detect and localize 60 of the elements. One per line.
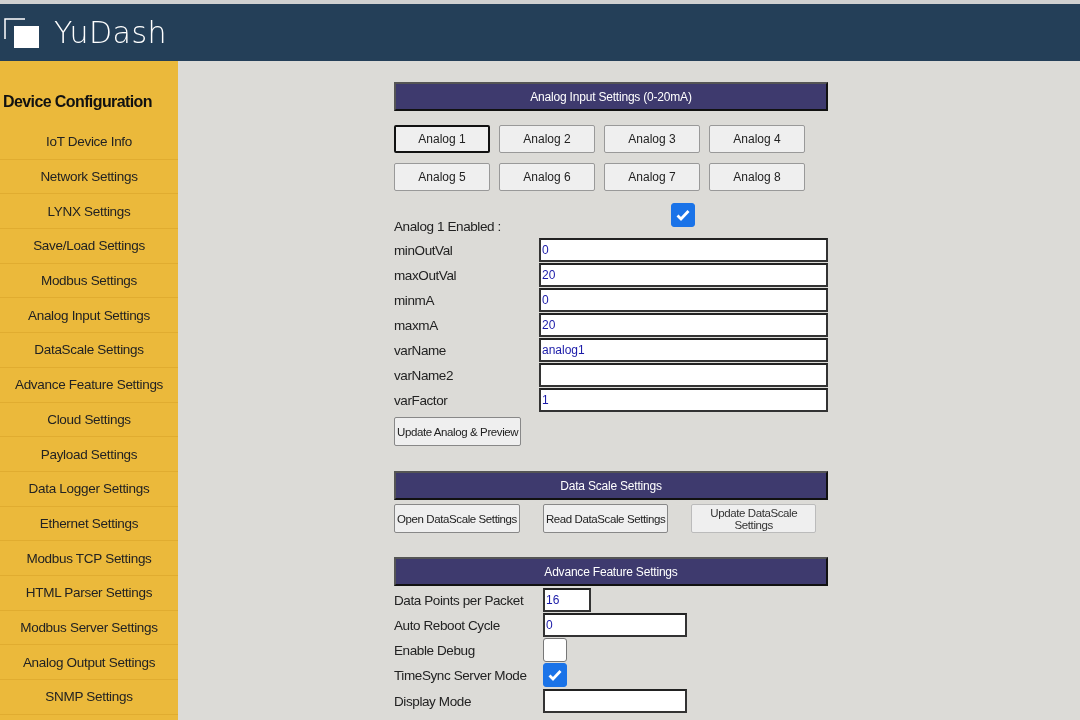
- sidebar-item[interactable]: IoT Device Info: [0, 125, 178, 160]
- sidebar-item[interactable]: SNMP Settings: [0, 680, 178, 715]
- datascale-button[interactable]: Read DataScale Settings: [542, 504, 669, 533]
- field-label: Data Points per Packet: [394, 592, 524, 608]
- enabled-checkbox[interactable]: [671, 203, 695, 227]
- analog-tab[interactable]: Analog 8: [709, 163, 805, 191]
- checkbox[interactable]: [543, 638, 567, 663]
- field-label: varName2: [394, 367, 454, 383]
- sidebar-item[interactable]: Network Settings: [0, 159, 178, 195]
- sidebar-item[interactable]: LYNX Settings: [0, 194, 178, 230]
- field-label: varFactor: [394, 392, 448, 408]
- sidebar-item[interactable]: DataScale Settings: [0, 333, 178, 368]
- section-header: Advance Feature Settings: [394, 557, 828, 586]
- analog-tab[interactable]: Analog 4: [709, 125, 805, 153]
- analog-tab[interactable]: Analog 1: [394, 125, 490, 153]
- update-button[interactable]: Update Analog & Preview: [394, 417, 522, 446]
- input-field[interactable]: 0: [543, 612, 687, 637]
- sidebar-item[interactable]: HTML Parser Settings: [0, 575, 178, 611]
- field-label: maxmA: [394, 317, 438, 333]
- datascale-button[interactable]: Open DataScale Settings: [394, 504, 520, 533]
- sidebar-item[interactable]: Cloud Settings: [0, 402, 178, 438]
- sidebar-item[interactable]: Advance Feature Settings: [0, 367, 178, 403]
- sidebar-item[interactable]: Save/Load Settings: [0, 229, 178, 264]
- field-label: maxOutVal: [394, 267, 457, 283]
- analog-tab[interactable]: Analog 6: [499, 163, 595, 191]
- field-label: varName: [394, 342, 446, 358]
- sidebar-item[interactable]: Analog Output Settings: [0, 645, 178, 680]
- input-field[interactable]: analog1: [539, 337, 828, 362]
- field-label: minmA: [394, 292, 434, 308]
- sidebar-item[interactable]: Payload Settings: [0, 437, 178, 472]
- field-label: Display Mode: [394, 693, 471, 709]
- checkbox[interactable]: [543, 663, 567, 688]
- brand-name: YuDash: [54, 15, 168, 50]
- input-field[interactable]: [543, 688, 687, 713]
- sidebar-item[interactable]: Modbus Server Settings: [0, 610, 178, 646]
- analog-tab[interactable]: Analog 3: [604, 125, 700, 153]
- field-label: Enable Debug: [394, 643, 475, 659]
- input-field[interactable]: 16: [543, 587, 591, 612]
- field-label: Analog 1 Enabled :: [394, 219, 501, 234]
- sidebar-item[interactable]: Data Logger Settings: [0, 471, 178, 507]
- input-field[interactable]: [539, 362, 828, 387]
- sidebar-item[interactable]: Analog Input Settings: [0, 298, 178, 334]
- input-field[interactable]: 1: [539, 387, 828, 412]
- section-header: Data Scale Settings: [394, 471, 828, 500]
- input-field[interactable]: 0: [539, 237, 828, 262]
- sidebar-item[interactable]: Ethernet Settings: [0, 506, 178, 542]
- section-header: Analog Input Settings (0-20mA): [394, 82, 828, 111]
- sidebar-item[interactable]: Modbus Settings: [0, 263, 178, 299]
- analog-tab[interactable]: Analog 2: [499, 125, 595, 153]
- analog-tab[interactable]: Analog 5: [394, 163, 490, 191]
- field-label: Auto Reboot Cycle: [394, 617, 500, 633]
- analog-tab[interactable]: Analog 7: [604, 163, 700, 191]
- sidebar-title: Device Configuration: [3, 92, 152, 112]
- input-field[interactable]: 20: [539, 312, 828, 337]
- logo-icon: [4, 16, 40, 49]
- sidebar-item[interactable]: Modbus TCP Settings: [0, 541, 178, 576]
- input-field[interactable]: 20: [539, 262, 828, 287]
- input-field[interactable]: 0: [539, 287, 828, 312]
- field-label: minOutVal: [394, 242, 453, 258]
- field-label: TimeSync Server Mode: [394, 668, 527, 684]
